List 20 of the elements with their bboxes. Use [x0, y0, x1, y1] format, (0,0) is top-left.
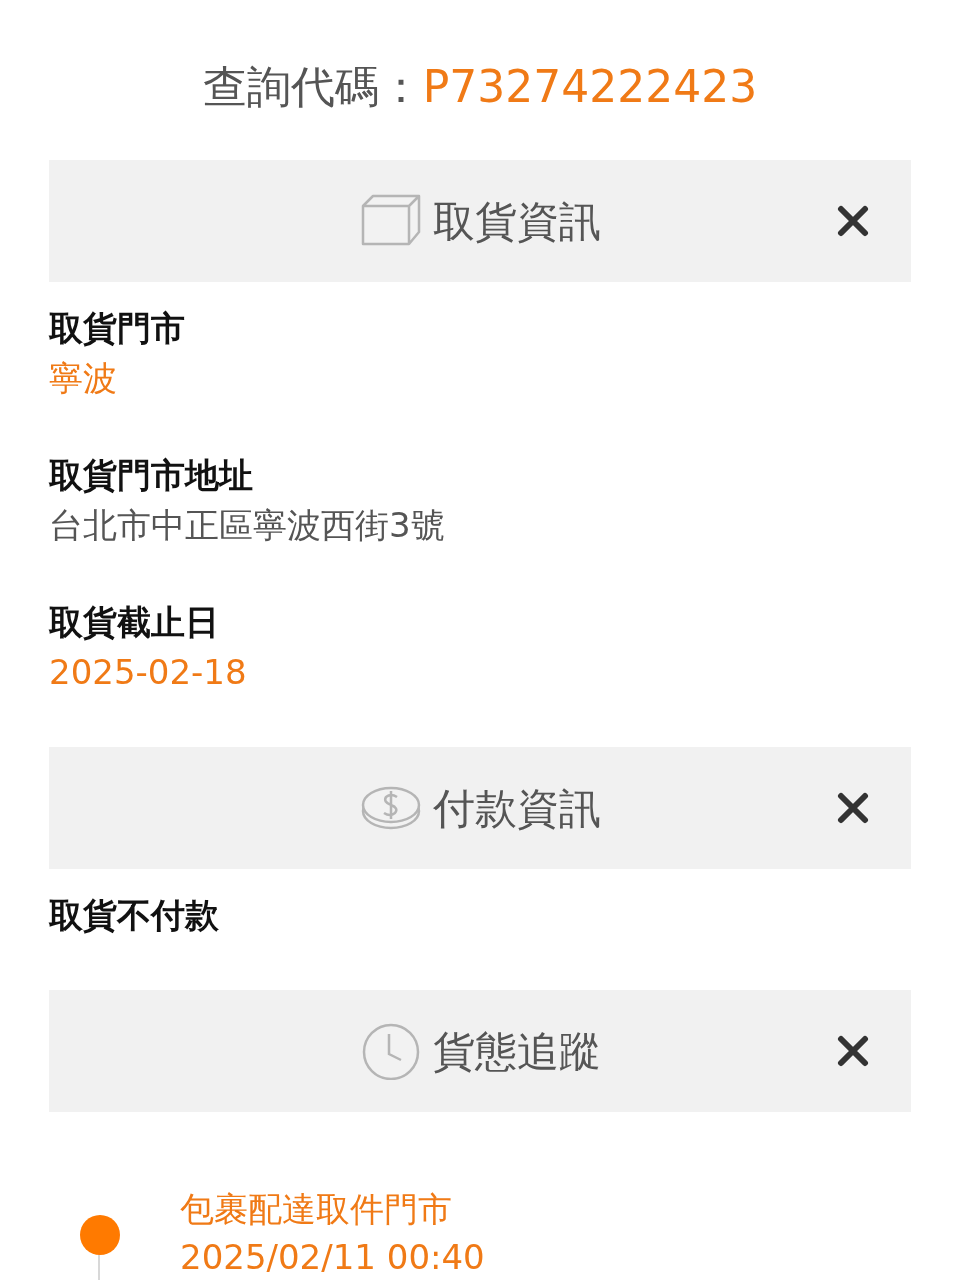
field-label: 取貨不付款: [49, 894, 220, 937]
query-code: P73274222423: [422, 60, 758, 114]
field-value: 台北市中正區寧波西街3號: [49, 504, 446, 547]
close-icon[interactable]: [837, 205, 869, 237]
section-title: 付款資訊: [433, 782, 601, 835]
event-title: 包裹配達取件門市: [180, 1188, 453, 1231]
section-header[interactable]: 貨態追蹤: [49, 990, 911, 1112]
query-label: 查詢代碼：: [202, 60, 423, 114]
close-icon[interactable]: [837, 1035, 869, 1067]
section-header[interactable]: 取貨資訊: [49, 160, 911, 282]
section-title: 貨態追蹤: [433, 1025, 601, 1078]
field-label: 取貨門市地址: [49, 454, 254, 497]
close-icon[interactable]: [837, 792, 869, 824]
section-title: 取貨資訊: [433, 195, 601, 248]
field-value: 2025-02-18: [49, 651, 248, 694]
field-label: 取貨門市: [49, 307, 186, 350]
field-label: 取貨截止日: [49, 601, 220, 644]
field-value: 寧波: [49, 357, 118, 400]
event-time: 2025/02/11 00:40: [180, 1236, 486, 1279]
section-header[interactable]: 付款資訊: [49, 747, 911, 869]
